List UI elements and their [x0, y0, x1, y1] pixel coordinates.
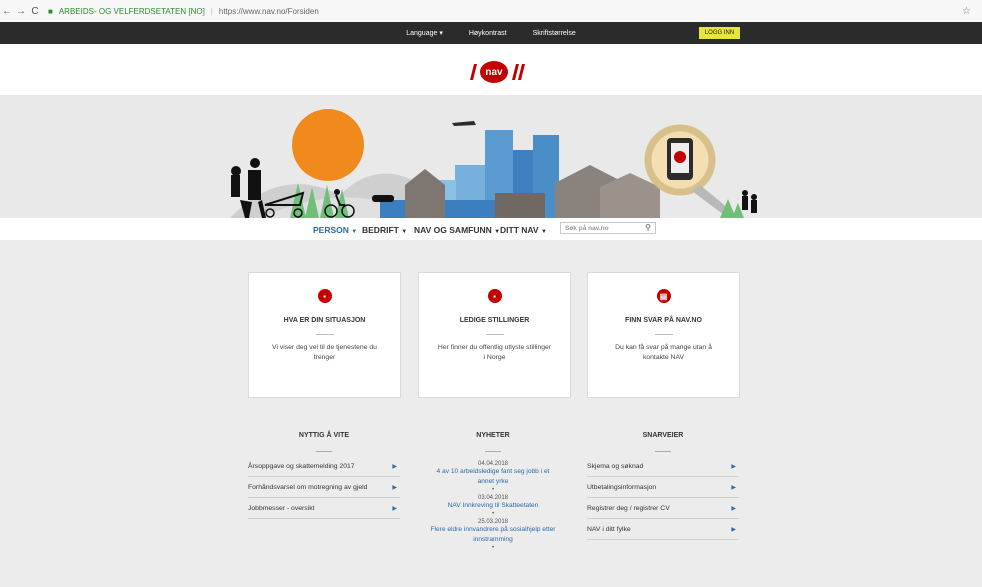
chevron-right-icon: ▶	[731, 506, 736, 512]
divider	[655, 451, 671, 452]
hero-illustration	[0, 95, 982, 218]
search-placeholder: Søk på nav.no	[565, 224, 609, 232]
chevron-right-icon: ▶	[731, 485, 736, 491]
file-icon: ▤	[656, 289, 671, 303]
list-item-label: Registrer deg / registrer CV	[587, 505, 670, 512]
document-icon: ▪	[317, 289, 332, 303]
logo-text: nav	[485, 67, 503, 78]
list-item[interactable]: Årsoppgave og skattemelding 2017 ▶	[248, 457, 400, 477]
address-bar[interactable]: ■ ARBEIDS- OG VELFERDSETATEN [NO] | http…	[48, 4, 956, 18]
chevron-right-icon: ▶	[392, 464, 397, 470]
hero-scene	[0, 95, 982, 218]
divider	[485, 451, 501, 452]
search-input[interactable]: Søk på nav.no ⚲	[560, 222, 656, 234]
divider	[485, 334, 504, 335]
login-button[interactable]: LOGG INN	[699, 27, 740, 39]
url-text: https://www.nav.no/Forsiden	[218, 6, 319, 16]
card-title: LEDIGE STILLINGER	[459, 317, 530, 324]
card-description: Du kan få svar på mange utan å kontakte …	[615, 344, 712, 361]
language-menu[interactable]: Language ▾	[406, 29, 443, 37]
snarveier-title: SNARVEIER	[642, 432, 684, 439]
font-size-link[interactable]: Skriftstørrelse	[533, 30, 576, 37]
reload-icon[interactable]: C	[28, 6, 42, 17]
list-item-label: Årsoppgave og skattemelding 2017	[248, 463, 355, 470]
list-item[interactable]: Skjema og søknad ▶	[587, 457, 739, 477]
main-nav: PERSON ▼ BEDRIFT ▼ NAV OG SAMFUNN ▼ DITT…	[0, 218, 982, 240]
list-item-label: Utbetalingsinformasjon	[587, 484, 657, 491]
chevron-right-icon: ▶	[731, 527, 736, 533]
browser-toolbar: ← → C ■ ARBEIDS- OG VELFERDSETATEN [NO] …	[0, 0, 982, 23]
nyheter-title: NYHETER	[476, 432, 510, 439]
list-item[interactable]: Forhåndsvarsel om motregning av gjeld ▶	[248, 478, 400, 498]
divider	[654, 334, 673, 335]
card-finn-svar[interactable]: ▤ FINN SVAR PÅ NAV.NO Du kan få svar på …	[587, 272, 740, 398]
card-ledige-stillinger[interactable]: ▪ LEDIGE STILLINGER Her finner du offent…	[418, 272, 571, 398]
list-item-label: Jobbmesser - oversikt	[248, 505, 315, 512]
search-icon[interactable]: ⚲	[645, 223, 651, 232]
chevron-down-icon: ▼	[540, 229, 547, 235]
nav-bedrift[interactable]: BEDRIFT ▼	[362, 225, 407, 235]
nav-person-label: PERSON	[313, 225, 349, 235]
secure-site-label: ARBEIDS- OG VELFERDSETATEN [NO]	[58, 6, 205, 16]
nav-samfunn-label: NAV OG SAMFUNN	[414, 225, 492, 235]
news-link[interactable]: Flere eldre innvandrere på sosialhjelp e…	[418, 525, 568, 545]
news-link[interactable]: NAV Innkreving til Skatteetaten	[418, 501, 568, 511]
bookmark-star-icon[interactable]: ☆	[962, 6, 976, 17]
nav-ditt-nav-label: DITT NAV	[500, 225, 539, 235]
chevron-down-icon: ▼	[401, 229, 408, 235]
news-separator: •	[491, 487, 495, 493]
sun-shape	[292, 109, 364, 181]
card-description: Her finner du offentlig utlyste stilling…	[437, 344, 552, 361]
nav-logo[interactable]: nav	[466, 60, 526, 84]
list-item-label: Forhåndsvarsel om motregning av gjeld	[248, 484, 368, 491]
back-icon[interactable]: ←	[0, 6, 14, 17]
list-item[interactable]: NAV i ditt fylke ▶	[587, 520, 739, 540]
news-list: 04.04.2018 4 av 10 arbeidsledige fant se…	[418, 461, 568, 553]
nav-nav-og-samfunn[interactable]: NAV OG SAMFUNN ▼	[414, 225, 500, 235]
chevron-right-icon: ▶	[731, 464, 736, 470]
document-icon: ▪	[487, 289, 502, 303]
high-contrast-link[interactable]: Høykontrast	[469, 30, 507, 37]
nav-person[interactable]: PERSON ▼	[313, 225, 357, 235]
site-header: nav	[0, 44, 982, 95]
list-item-label: Skjema og søknad	[587, 463, 644, 470]
nyttig-title: NYTTIG Å VITE	[298, 432, 350, 439]
url-separator: |	[210, 6, 213, 16]
forward-icon[interactable]: →	[14, 6, 28, 17]
news-separator: •	[491, 511, 495, 517]
divider	[316, 451, 332, 452]
lock-icon: ■	[48, 6, 53, 16]
list-item[interactable]: Jobbmesser - oversikt ▶	[248, 499, 400, 519]
divider	[315, 334, 334, 335]
card-description: Vi viser deg vei til de tjenestene du tr…	[272, 344, 377, 361]
chevron-right-icon: ▶	[392, 506, 397, 512]
nav-bedrift-label: BEDRIFT	[362, 225, 399, 235]
list-item[interactable]: Utbetalingsinformasjon ▶	[587, 478, 739, 498]
nav-ditt-nav[interactable]: DITT NAV ▼	[500, 225, 547, 235]
list-item[interactable]: Registrer deg / registrer CV ▶	[587, 499, 739, 519]
news-separator: •	[491, 545, 495, 551]
chevron-right-icon: ▶	[392, 485, 397, 491]
card-title: FINN SVAR PÅ NAV.NO	[625, 317, 702, 324]
list-item-label: NAV i ditt fylke	[587, 526, 631, 533]
news-link[interactable]: 4 av 10 arbeidsledige fant seg jobb i et…	[418, 467, 568, 487]
top-utility-bar: Language ▾ Høykontrast Skriftstørrelse L…	[0, 22, 982, 44]
card-situasjon[interactable]: ▪ HVA ER DIN SITUASJON Vi viser deg vei …	[248, 272, 401, 398]
chevron-down-icon: ▼	[351, 229, 358, 235]
card-title: HVA ER DIN SITUASJON	[283, 317, 366, 324]
